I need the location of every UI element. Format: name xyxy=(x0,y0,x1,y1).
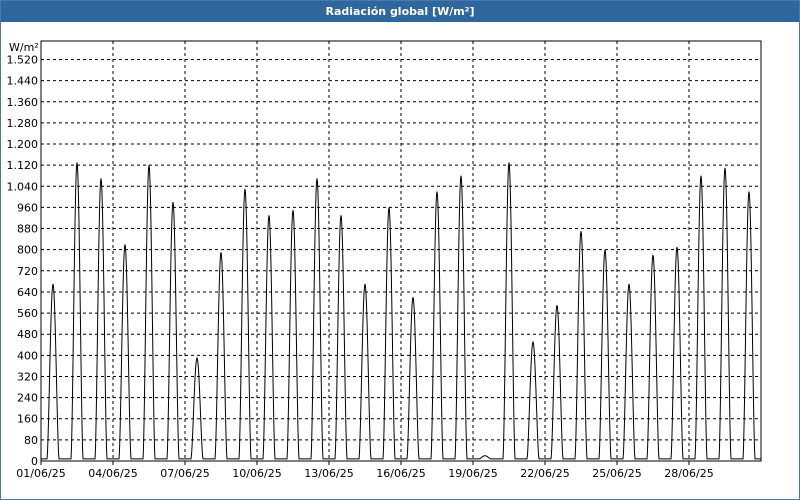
y-axis: 0801602403204004805606407208008809601.04… xyxy=(7,53,39,468)
x-tick-label: 16/06/25 xyxy=(376,467,425,480)
x-tick-label: 28/06/25 xyxy=(664,467,713,480)
y-tick-label: 800 xyxy=(17,244,38,257)
y-tick-label: 880 xyxy=(17,223,38,236)
y-tick-label: 320 xyxy=(17,370,38,383)
chart-window: Radiación global [W/m²] W/m² 0 80 160 240 32… xyxy=(0,0,800,500)
y-axis-unit-label: W/m² xyxy=(9,41,39,54)
y-tick-label: 1.280 xyxy=(7,117,39,130)
x-tick-label: 13/06/25 xyxy=(304,467,353,480)
x-tick-label: 01/06/25 xyxy=(16,467,65,480)
y-tick-label: 560 xyxy=(17,307,38,320)
y-tick-label: 1.440 xyxy=(7,75,39,88)
y-tick-label: 720 xyxy=(17,265,38,278)
x-tick-label: 04/06/25 xyxy=(88,467,137,480)
x-tick-label: 25/06/25 xyxy=(592,467,641,480)
y-tick-label: 80 xyxy=(24,434,38,447)
radiation-chart: W/m² 08016024032040048056064072080088096… xyxy=(7,40,762,480)
x-axis: 01/06/25 04/06/25 07/06/25 10/06/25 13/06/25… xyxy=(16,461,714,480)
grid-lines xyxy=(41,41,761,461)
x-tick-label: 10/06/25 xyxy=(232,467,281,480)
y-tick-label: 1.520 xyxy=(7,53,39,66)
y-tick-label: 240 xyxy=(17,392,38,405)
x-tick-label: 22/06/25 xyxy=(520,467,569,480)
y-tick-label: 960 xyxy=(17,201,38,214)
y-tick-label: 1.040 xyxy=(7,180,39,193)
y-tick-label: 480 xyxy=(17,328,38,341)
y-tick-label: 400 xyxy=(17,349,38,362)
x-tick-label: 19/06/25 xyxy=(448,467,497,480)
y-tick-label: 1.120 xyxy=(7,159,39,172)
x-tick-label: 07/06/25 xyxy=(160,467,209,480)
y-tick-label: 640 xyxy=(17,286,38,299)
y-tick-label: 1.360 xyxy=(7,96,39,109)
y-tick-label: 160 xyxy=(17,413,38,426)
y-tick-label: 1.200 xyxy=(7,138,39,151)
